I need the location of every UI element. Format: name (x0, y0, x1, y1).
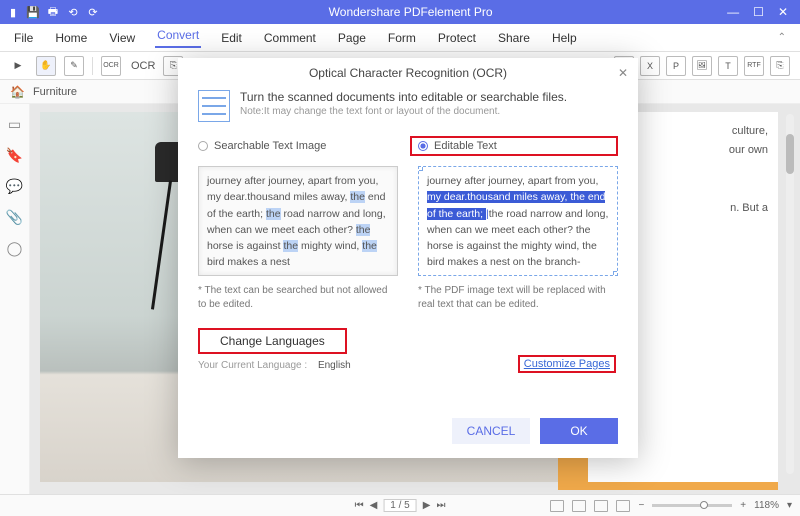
menu-home[interactable]: Home (53, 31, 89, 45)
ok-button[interactable]: OK (540, 418, 618, 444)
current-language-value: English (318, 360, 351, 371)
zoom-in-icon[interactable]: + (740, 500, 746, 511)
zoom-slider[interactable] (652, 504, 732, 507)
maximize-icon[interactable]: ☐ (753, 5, 764, 19)
page-indicator[interactable]: 1 / 5 (383, 499, 416, 512)
attachments-icon[interactable]: 📎 (6, 209, 23, 226)
page-next-icon[interactable]: ▶ (423, 500, 431, 511)
menu-form[interactable]: Form (386, 31, 418, 45)
note-editable: * The PDF image text will be replaced wi… (418, 284, 618, 312)
export-rtf-icon[interactable]: RTF (744, 56, 764, 76)
comments-icon[interactable]: 💬 (6, 178, 23, 195)
export-image-icon[interactable]: 🖼 (692, 56, 712, 76)
menu-page[interactable]: Page (336, 31, 368, 45)
radio-checked-icon (418, 141, 428, 151)
minimize-icon[interactable]: ― (727, 5, 739, 19)
breadcrumb-item[interactable]: Furniture (33, 86, 77, 98)
view-continuous-icon[interactable] (572, 500, 586, 512)
save-icon[interactable]: 💾 (26, 5, 40, 19)
bookmarks-icon[interactable]: 🔖 (6, 147, 23, 164)
thumbnails-icon[interactable]: ▭ (8, 116, 21, 133)
menu-protect[interactable]: Protect (436, 31, 478, 45)
menu-share[interactable]: Share (496, 31, 532, 45)
page-prev-icon[interactable]: ◀ (370, 500, 378, 511)
ocr-doc-icon (198, 90, 230, 122)
undo-icon[interactable]: ⟲ (66, 5, 80, 19)
menu-file[interactable]: File (12, 31, 35, 45)
zoom-value: 118% (754, 500, 779, 511)
view-single-icon[interactable] (550, 500, 564, 512)
dialog-headline: Turn the scanned documents into editable… (240, 90, 567, 104)
view-facing-icon[interactable] (594, 500, 608, 512)
preview-editable: journey after journey, apart from you, m… (418, 166, 618, 276)
ocr-dialog: Optical Character Recognition (OCR) ✕ Tu… (178, 58, 638, 458)
export-text-icon[interactable]: T (718, 56, 738, 76)
dialog-note: Note:It may change the text font or layo… (240, 106, 567, 117)
preview-searchable: journey after journey, apart from you, m… (198, 166, 398, 276)
change-languages-button[interactable]: Change Languages (198, 328, 347, 354)
option-searchable[interactable]: Searchable Text Image (198, 136, 390, 156)
zoom-out-icon[interactable]: − (638, 500, 644, 511)
print-icon[interactable]: 🖶 (46, 5, 60, 19)
option-editable[interactable]: Editable Text (410, 136, 618, 156)
radio-icon (198, 141, 208, 151)
option-searchable-label: Searchable Text Image (214, 140, 326, 152)
vertical-scrollbar[interactable] (786, 114, 794, 474)
option-editable-label: Editable Text (434, 140, 497, 152)
export-excel-icon[interactable]: X (640, 56, 660, 76)
page-first-icon[interactable]: ⏮ (355, 500, 364, 511)
cancel-button[interactable]: CANCEL (452, 418, 530, 444)
close-icon[interactable]: ✕ (778, 5, 788, 19)
page-last-icon[interactable]: ⏭ (436, 500, 445, 511)
edit-tool-icon[interactable]: ✎ (64, 56, 84, 76)
current-language-label: Your Current Language : (198, 360, 307, 371)
ocr-icon[interactable]: OCR (101, 56, 121, 76)
export-other-icon[interactable]: ⎘ (770, 56, 790, 76)
menu-convert[interactable]: Convert (155, 28, 201, 48)
app-title: Wondershare PDFelement Pro (106, 5, 715, 19)
dialog-close-icon[interactable]: ✕ (618, 66, 628, 80)
ocr-label: OCR (131, 60, 155, 72)
menu-edit[interactable]: Edit (219, 31, 244, 45)
app-icon: ▮ (6, 5, 20, 19)
export-ppt-icon[interactable]: P (666, 56, 686, 76)
menu-view[interactable]: View (107, 31, 137, 45)
collapse-ribbon-icon[interactable]: ⌃ (778, 32, 786, 43)
home-icon[interactable]: 🏠 (10, 85, 25, 99)
view-facing-continuous-icon[interactable] (616, 500, 630, 512)
statusbar: ⏮ ◀ 1 / 5 ▶ ⏭ − + 118% ▾ (0, 494, 800, 516)
menu-help[interactable]: Help (550, 31, 579, 45)
pointer-tool-icon[interactable]: ▶ (8, 56, 28, 76)
left-sidebar: ▭ 🔖 💬 📎 ◯ (0, 104, 30, 494)
dialog-title: Optical Character Recognition (OCR) (309, 66, 507, 80)
customize-pages-link[interactable]: Customize Pages (518, 355, 616, 373)
menu-comment[interactable]: Comment (262, 31, 318, 45)
menubar: File Home View Convert Edit Comment Page… (0, 24, 800, 52)
search-icon[interactable]: ◯ (7, 240, 23, 257)
titlebar: ▮ 💾 🖶 ⟲ ⟳ Wondershare PDFelement Pro ― ☐… (0, 0, 800, 24)
hand-tool-icon[interactable]: ✋ (36, 56, 56, 76)
zoom-dropdown-icon[interactable]: ▾ (787, 500, 792, 511)
note-searchable: * The text can be searched but not allow… (198, 284, 398, 312)
redo-icon[interactable]: ⟳ (86, 5, 100, 19)
